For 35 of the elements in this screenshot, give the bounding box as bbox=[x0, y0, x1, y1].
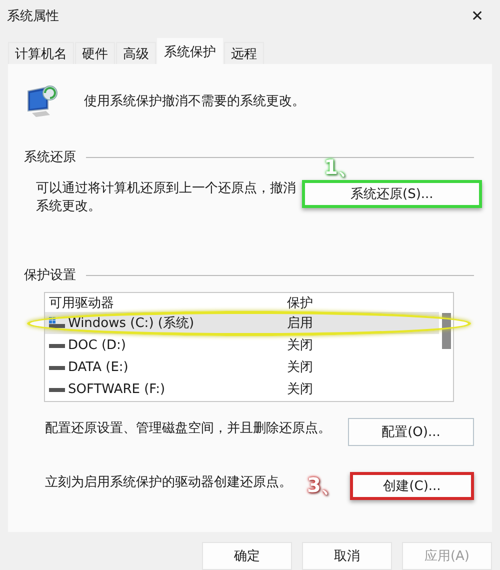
window-title: 系统属性 bbox=[7, 8, 59, 25]
close-button[interactable]: ✕ bbox=[465, 5, 490, 27]
step-label: 1、 bbox=[324, 154, 358, 181]
drive-row[interactable]: SOFTWARE (F:) 关闭 bbox=[45, 378, 439, 400]
tab[interactable]: 高级 bbox=[116, 42, 156, 64]
create-button[interactable]: 创建(C)... bbox=[350, 472, 474, 500]
dialog-button[interactable]: 取消 bbox=[302, 542, 392, 570]
drive-name: SOFTWARE (F:) bbox=[68, 382, 166, 396]
create-description: 立刻为启用系统保护的驱动器创建还原点。 bbox=[45, 474, 293, 492]
section-heading: 保护设置 bbox=[24, 267, 76, 284]
column-header: 可用驱动器 bbox=[49, 294, 115, 312]
drive-name: Windows (C:) (系统) bbox=[68, 315, 194, 332]
protection-status: 关闭 bbox=[287, 337, 313, 354]
dialog-button[interactable]: 确定 bbox=[202, 542, 292, 570]
protection-status: 关闭 bbox=[287, 381, 313, 398]
system-restore-button[interactable]: 系统还原(S)... bbox=[302, 180, 482, 208]
protection-status: 关闭 bbox=[287, 359, 313, 376]
tab[interactable]: 远程 bbox=[224, 42, 264, 64]
drive-row[interactable]: DOC (D:) 关闭 bbox=[45, 334, 439, 356]
protection-status: 启用 bbox=[287, 315, 313, 332]
configure-button[interactable]: 配置(O)... bbox=[348, 418, 474, 446]
tab[interactable]: 系统保护 bbox=[157, 38, 223, 64]
drive-name: DOC (D:) bbox=[68, 338, 126, 352]
column-header: 保护 bbox=[287, 294, 313, 312]
scrollbar-thumb[interactable] bbox=[442, 313, 450, 349]
drive-row[interactable]: DATA (E:) 关闭 bbox=[45, 356, 439, 378]
tab[interactable]: 硬件 bbox=[75, 42, 115, 64]
windows-drive-icon bbox=[49, 317, 65, 329]
step-label: 3、 bbox=[307, 472, 341, 499]
drive-name: DATA (E:) bbox=[68, 360, 128, 374]
tab[interactable]: 计算机名 bbox=[8, 42, 74, 64]
restore-description: 可以通过将计算机还原到上一个还原点，撤消系统更改。 bbox=[36, 180, 297, 216]
section-heading: 系统还原 bbox=[24, 149, 76, 166]
configure-description: 配置还原设置、管理磁盘空间，并且删除还原点。 bbox=[45, 420, 332, 438]
description-text: 使用系统保护撤消不需要的系统更改。 bbox=[84, 93, 305, 110]
